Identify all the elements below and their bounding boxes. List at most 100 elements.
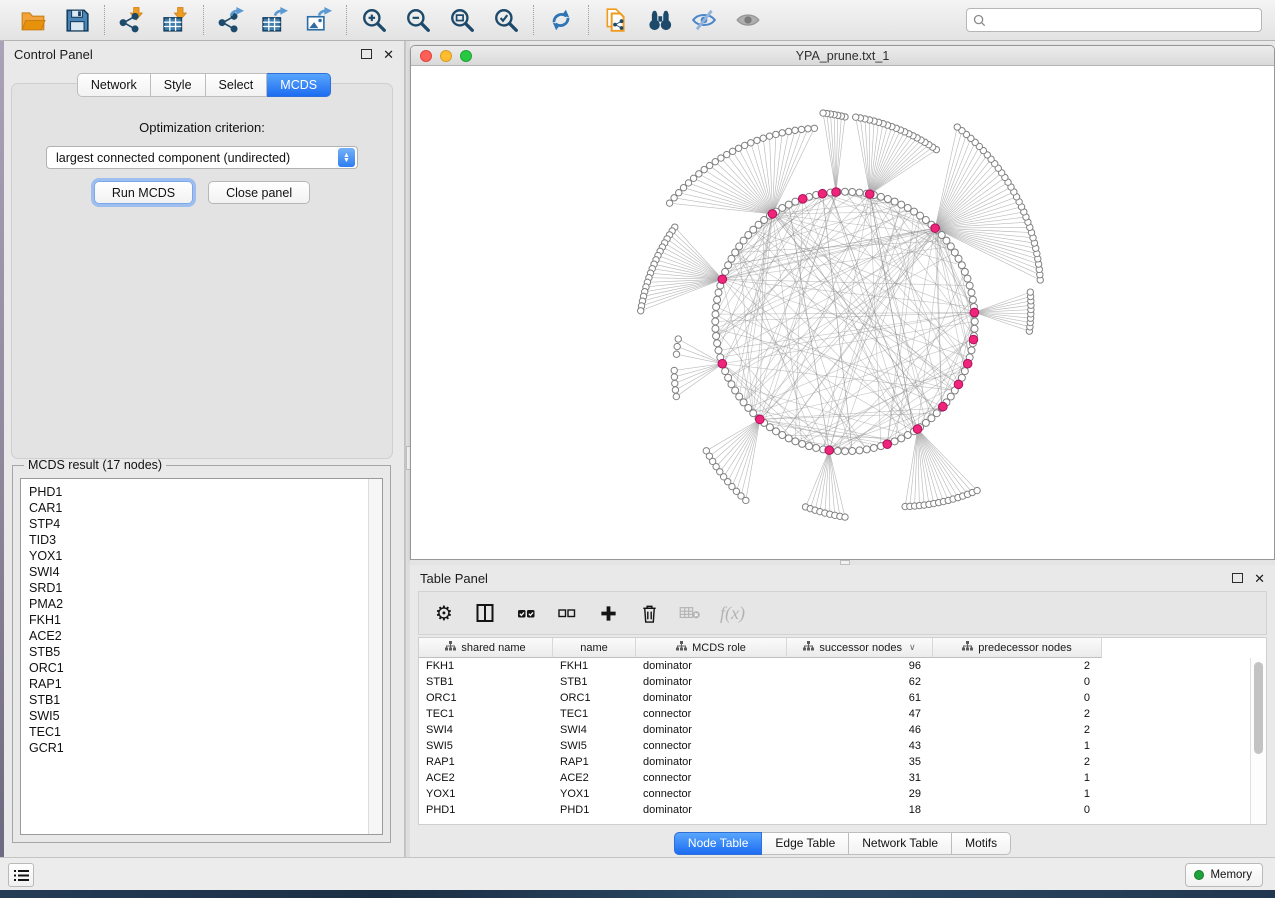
network-window-titlebar[interactable]: YPA_prune.txt_1 [411, 46, 1274, 66]
cell: FKH1 [419, 660, 553, 672]
cell: 0 [933, 804, 1102, 816]
show-panels-list-button[interactable] [8, 863, 34, 887]
table-row[interactable]: ORC1ORC1dominator610 [419, 690, 1266, 706]
zoom-fit-icon[interactable] [448, 6, 476, 34]
table-row[interactable]: RAP1RAP1dominator352 [419, 754, 1266, 770]
tab-mcds[interactable]: MCDS [267, 73, 331, 97]
mcds-result-item[interactable]: STB1 [29, 692, 382, 708]
mcds-result-item[interactable]: SWI5 [29, 708, 382, 724]
mcds-result-item[interactable]: YOX1 [29, 548, 382, 564]
node-table-header: shared namename MCDS role successor nodes∨… [419, 638, 1266, 658]
column-header-successor-nodes[interactable]: successor nodes∨ [787, 638, 933, 658]
status-bar: Memory [0, 857, 1275, 890]
table-scrollbar-thumb[interactable] [1254, 662, 1263, 754]
table-row[interactable]: SWI4SWI4dominator462 [419, 722, 1266, 738]
add-column-icon[interactable] [597, 601, 619, 625]
settings-gear-icon[interactable]: ⚙ [433, 601, 455, 625]
memory-button[interactable]: Memory [1185, 863, 1263, 887]
tab-select[interactable]: Select [206, 73, 268, 97]
network-graph[interactable] [411, 66, 1274, 559]
save-icon[interactable] [63, 6, 91, 34]
cell: dominator [636, 676, 787, 688]
mcds-list-scrollbar[interactable] [368, 479, 382, 834]
split-panel-icon[interactable] [474, 601, 496, 625]
main-toolbar [0, 0, 1275, 41]
table-panel-close-icon[interactable]: ✕ [1254, 572, 1265, 585]
find-binoculars-icon[interactable] [646, 6, 674, 34]
table-row[interactable]: STB1STB1dominator620 [419, 674, 1266, 690]
column-header-label: MCDS role [692, 642, 746, 654]
attribute-namespace-icon [676, 641, 687, 654]
tab-network-table[interactable]: Network Table [849, 832, 952, 855]
mcds-result-list[interactable]: PHD1CAR1STP4TID3YOX1SWI4SRD1PMA2FKH1ACE2… [20, 478, 383, 835]
export-network-icon[interactable] [217, 6, 245, 34]
cell: 0 [933, 692, 1102, 704]
window-zoom-button[interactable] [460, 50, 472, 62]
mcds-result-item[interactable]: CAR1 [29, 500, 382, 516]
new-network-from-selection-icon[interactable] [602, 6, 630, 34]
cell: 0 [933, 676, 1102, 688]
mcds-result-item[interactable]: SRD1 [29, 580, 382, 596]
table-row[interactable]: TEC1TEC1connector472 [419, 706, 1266, 722]
mcds-result-item[interactable]: TEC1 [29, 724, 382, 740]
mcds-result-item[interactable]: ACE2 [29, 628, 382, 644]
mcds-result-item[interactable]: GCR1 [29, 740, 382, 756]
zoom-selected-icon[interactable] [492, 6, 520, 34]
import-network-icon[interactable] [118, 6, 146, 34]
application-window: Control Panel ✕ NetworkStyleSelectMCDS O… [0, 0, 1275, 898]
search-input[interactable] [990, 12, 1255, 28]
window-close-button[interactable] [420, 50, 432, 62]
cell: 18 [787, 804, 933, 816]
column-header-MCDS-role[interactable]: MCDS role [636, 638, 787, 658]
table-row[interactable]: SWI5SWI5connector431 [419, 738, 1266, 754]
tab-network[interactable]: Network [77, 73, 151, 97]
tab-node-table[interactable]: Node Table [674, 832, 763, 855]
deselect-all-icon[interactable] [556, 601, 578, 625]
tab-style[interactable]: Style [151, 73, 206, 97]
column-header-name[interactable]: name [553, 638, 636, 658]
table-row[interactable]: YOX1YOX1connector291 [419, 786, 1266, 802]
window-minimize-button[interactable] [440, 50, 452, 62]
column-header-predecessor-nodes[interactable]: predecessor nodes [933, 638, 1102, 658]
table-panel-tab-bar: Node TableEdge TableNetwork TableMotifs [410, 831, 1275, 856]
refresh-icon[interactable] [547, 6, 575, 34]
sort-dropdown-icon[interactable]: ∨ [909, 642, 916, 653]
table-row[interactable]: FKH1FKH1dominator962 [419, 658, 1266, 674]
run-mcds-button[interactable]: Run MCDS [94, 181, 193, 204]
tab-edge-table[interactable]: Edge Table [762, 832, 849, 855]
table-row[interactable]: PHD1PHD1dominator180 [419, 802, 1266, 818]
table-row[interactable]: ACE2ACE2connector311 [419, 770, 1266, 786]
mcds-result-item[interactable]: STB5 [29, 644, 382, 660]
network-canvas[interactable] [411, 66, 1274, 559]
mcds-result-item[interactable]: ORC1 [29, 660, 382, 676]
cell: 31 [787, 772, 933, 784]
table-scrollbar[interactable] [1250, 658, 1266, 824]
export-table-icon[interactable] [261, 6, 289, 34]
select-all-icon[interactable] [515, 601, 537, 625]
export-image-icon[interactable] [305, 6, 333, 34]
cell: TEC1 [553, 708, 636, 720]
control-panel: Control Panel ✕ NetworkStyleSelectMCDS O… [4, 41, 405, 857]
cell: 1 [933, 772, 1102, 784]
mcds-result-item[interactable]: FKH1 [29, 612, 382, 628]
mcds-result-item[interactable]: STP4 [29, 516, 382, 532]
mcds-result-item[interactable]: SWI4 [29, 564, 382, 580]
open-file-icon[interactable] [19, 6, 47, 34]
mcds-result-item[interactable]: TID3 [29, 532, 382, 548]
mcds-result-item[interactable]: PMA2 [29, 596, 382, 612]
column-header-shared-name[interactable]: shared name [419, 638, 553, 658]
control-panel-close-icon[interactable]: ✕ [383, 48, 394, 61]
zoom-in-icon[interactable] [360, 6, 388, 34]
close-panel-button[interactable]: Close panel [208, 181, 310, 204]
zoom-out-icon[interactable] [404, 6, 432, 34]
tab-motifs[interactable]: Motifs [952, 832, 1011, 855]
table-panel-float-icon[interactable] [1232, 573, 1243, 583]
optimization-criterion-label: Optimization criterion: [12, 120, 392, 135]
delete-column-icon[interactable] [638, 601, 660, 625]
optimization-criterion-select[interactable]: largest connected component (undirected)… [46, 146, 358, 169]
control-panel-float-icon[interactable] [361, 49, 372, 59]
mcds-result-item[interactable]: PHD1 [29, 484, 382, 500]
mcds-result-item[interactable]: RAP1 [29, 676, 382, 692]
hide-graphics-details-icon[interactable] [690, 6, 718, 34]
import-table-icon[interactable] [162, 6, 190, 34]
